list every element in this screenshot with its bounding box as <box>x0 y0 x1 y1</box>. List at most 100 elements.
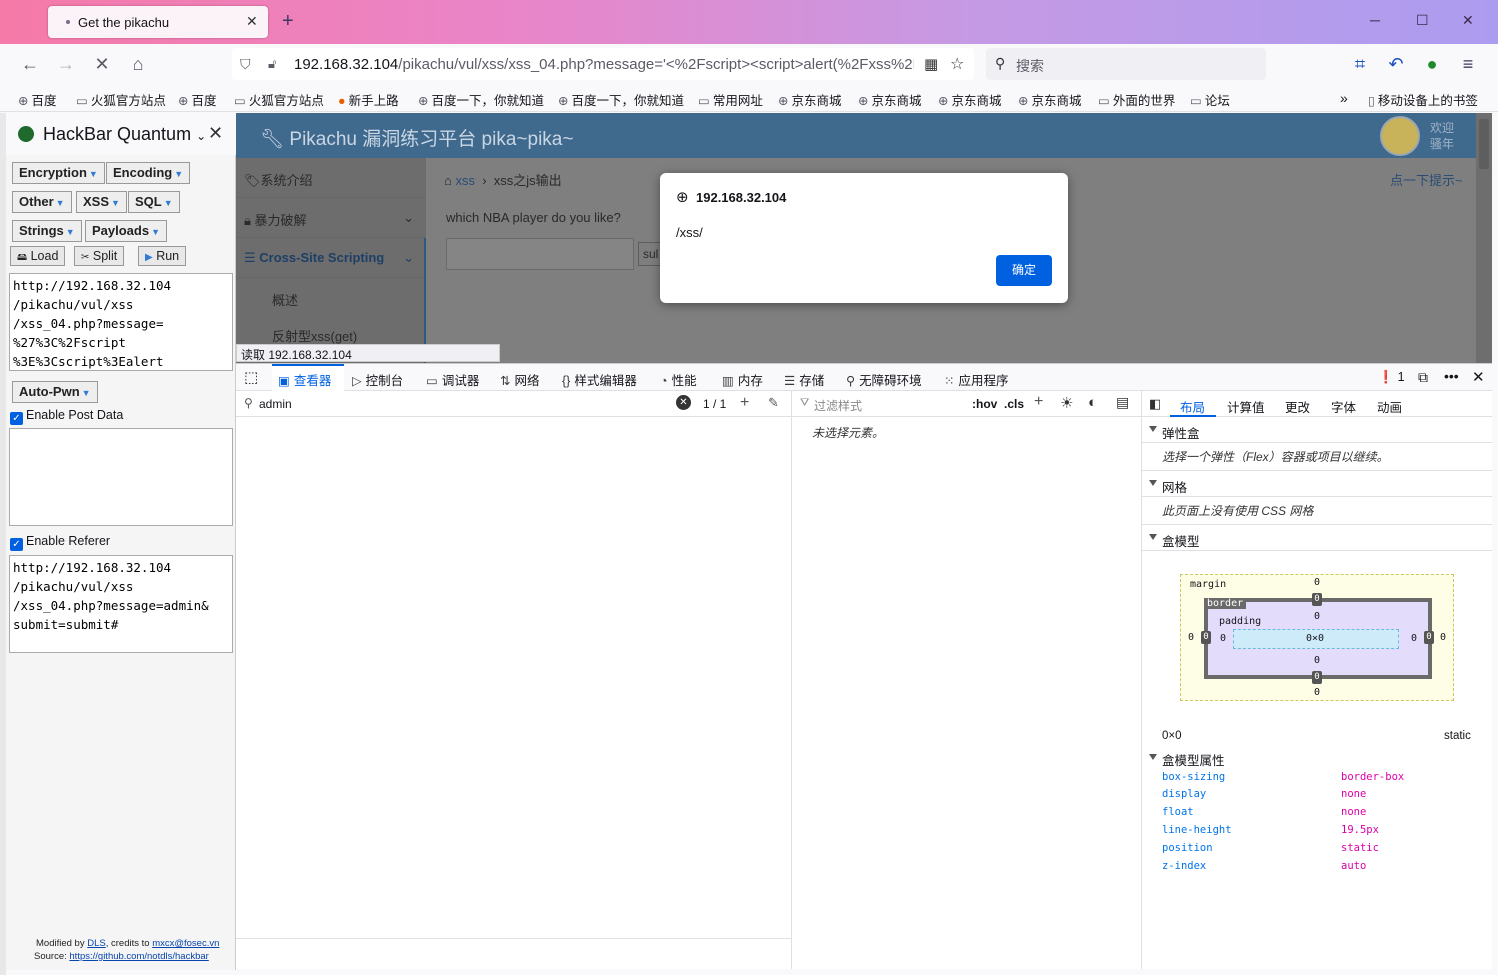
extension-icon[interactable]: ● <box>1422 54 1442 74</box>
border-left-value[interactable]: 0 <box>1201 631 1211 644</box>
shield-icon[interactable]: ⛉ <box>240 56 251 73</box>
bookmark-item[interactable]: ⊕ 京东商城 <box>1018 90 1082 109</box>
error-count[interactable]: ❗ 1 <box>1378 370 1405 385</box>
nav-overview[interactable]: 概述 <box>236 278 426 318</box>
add-rule-icon[interactable]: + <box>1034 393 1043 411</box>
border-bottom-value[interactable]: 0 <box>1312 671 1322 684</box>
minimize-button[interactable]: ─ <box>1370 12 1380 28</box>
close-sidebar-icon[interactable]: ✕ <box>208 123 223 144</box>
avatar[interactable] <box>1380 116 1420 156</box>
bookmark-item[interactable]: ⊕ 京东商城 <box>858 90 922 109</box>
print-media-icon[interactable]: ▤ <box>1116 394 1129 411</box>
padding-right-value[interactable]: 0 <box>1411 633 1417 644</box>
auto-pwn-menu[interactable]: Auto-Pwn ▼ <box>12 381 98 403</box>
bookmark-item[interactable]: ● 新手上路 <box>338 90 399 109</box>
box-border[interactable]: border padding 0 0 0 0 0×0 <box>1204 598 1432 679</box>
light-theme-icon[interactable]: ☀ <box>1060 394 1073 412</box>
referer-textarea[interactable]: http://192.168.32.104 /pikachu/vul/xss /… <box>9 555 233 653</box>
tab-style-editor[interactable]: {} 样式编辑器 <box>562 370 637 389</box>
box-model-section[interactable]: 盒模型 <box>1142 525 1492 551</box>
url-textarea[interactable]: http://192.168.32.104 /pikachu/vul/xss /… <box>9 273 233 371</box>
ok-button[interactable]: 确定 <box>996 255 1052 286</box>
other-menu[interactable]: Other ▼ <box>12 191 72 213</box>
tab-inspector[interactable]: ▣ 查看器 <box>278 370 331 389</box>
url-bar[interactable]: ⛉ 🔓︎ 192.168.32.104/pikachu/vul/xss/xss_… <box>232 48 974 80</box>
tab-storage[interactable]: ☰ 存储 <box>784 370 824 389</box>
clear-search-icon[interactable]: ✕ <box>676 395 691 410</box>
close-tab-icon[interactable]: ✕ <box>246 13 258 30</box>
tab-accessibility[interactable]: ⚲ 无障碍环境 <box>846 370 922 389</box>
tab-changes[interactable]: 更改 <box>1285 397 1310 416</box>
qr-code-icon[interactable]: ▦ <box>924 55 938 73</box>
padding-top-value[interactable]: 0 <box>1314 611 1320 622</box>
cls-toggle[interactable]: .cls <box>1004 397 1024 411</box>
bookmark-item[interactable]: ▭ 外面的世界 <box>1098 90 1175 109</box>
undo-icon[interactable]: ↶ <box>1386 54 1406 74</box>
github-link[interactable]: https://github.com/notdls/hackbar <box>69 951 208 962</box>
margin-top-value[interactable]: 0 <box>1314 577 1320 588</box>
expand-icon[interactable] <box>1149 754 1157 760</box>
menu-icon[interactable]: ≡ <box>1458 54 1478 74</box>
home-icon[interactable]: ⌂ <box>444 173 452 188</box>
eyedropper-icon[interactable]: ✎ <box>768 395 779 411</box>
grid-section[interactable]: 网格 <box>1142 471 1492 497</box>
payloads-menu[interactable]: Payloads ▼ <box>85 220 168 242</box>
load-button[interactable]: 🖴︎ Load <box>10 246 66 266</box>
dark-theme-icon[interactable]: ◐ <box>1088 394 1097 411</box>
player-input[interactable] <box>446 238 634 270</box>
dock-icon[interactable]: ⧉ <box>1418 369 1428 386</box>
bookmark-item[interactable]: ▯ 移动设备上的书签 <box>1368 90 1478 109</box>
tab-performance[interactable]: ◔ 性能 <box>660 370 697 389</box>
close-devtools-icon[interactable]: ✕ <box>1472 368 1485 386</box>
forward-icon[interactable]: → <box>56 54 76 74</box>
mail-link[interactable]: mxcx@fosec.vn <box>152 938 219 949</box>
tab-layout[interactable]: 布局 <box>1180 397 1205 416</box>
hint-link[interactable]: 点一下提示~ <box>1390 170 1463 189</box>
padding-bottom-value[interactable]: 0 <box>1314 655 1320 666</box>
bookmark-item[interactable]: ⊕ 百度一下，你就知道 <box>558 90 684 109</box>
element-picker-icon[interactable]: ⬚ <box>244 368 258 386</box>
margin-right-value[interactable]: 0 <box>1440 632 1446 643</box>
bookmark-item[interactable]: ⊕ 百度一下，你就知道 <box>418 90 544 109</box>
bookmark-item[interactable]: ⊕ 百度 <box>18 90 57 109</box>
bookmark-item[interactable]: ▭ 常用网址 <box>698 90 763 109</box>
encoding-menu[interactable]: Encoding ▼ <box>106 162 191 184</box>
tab-debugger[interactable]: ▭ 调试器 <box>426 370 479 389</box>
run-button[interactable]: ▶ Run <box>138 246 187 266</box>
filter-styles-input[interactable]: 过滤样式 <box>814 397 862 414</box>
bookmark-item[interactable]: ▭ 火狐官方站点 <box>234 90 324 109</box>
encryption-menu[interactable]: Encryption ▼ <box>12 162 105 184</box>
tab-computed[interactable]: 计算值 <box>1227 397 1265 416</box>
box-content[interactable]: 0×0 <box>1233 629 1399 649</box>
bookmarks-overflow-icon[interactable]: » <box>1340 90 1348 106</box>
bookmark-item[interactable]: ▭ 火狐官方站点 <box>76 90 166 109</box>
split-button[interactable]: ✂ Split <box>74 246 125 266</box>
nav-brute-force[interactable]: 🔒︎ 暴力破解 ⌄ <box>236 198 426 238</box>
border-right-value[interactable]: 0 <box>1424 631 1434 644</box>
xss-menu[interactable]: XSS ▼ <box>76 191 127 213</box>
more-options-icon[interactable]: ••• <box>1444 368 1459 384</box>
markup-search-input[interactable]: admin <box>259 397 292 411</box>
bookmark-item[interactable]: ⊕ 京东商城 <box>778 90 842 109</box>
tab-network[interactable]: ⇅ 网络 <box>500 370 540 389</box>
flexbox-section[interactable]: 弹性盒 <box>1142 417 1492 443</box>
tab-application[interactable]: ⁙ 应用程序 <box>944 370 1009 389</box>
bookmark-item[interactable]: ▭ 论坛 <box>1190 90 1230 109</box>
post-data-textarea[interactable] <box>9 428 233 526</box>
hov-toggle[interactable]: :hov <box>972 397 997 411</box>
home-icon[interactable]: ⌂ <box>128 54 148 74</box>
back-icon[interactable]: ← <box>20 54 40 74</box>
hackbar-title[interactable]: HackBar Quantum ⌄ <box>43 124 206 145</box>
tab-animations[interactable]: 动画 <box>1377 397 1402 416</box>
insecure-lock-icon[interactable]: 🔓︎ <box>268 56 276 72</box>
border-top-value[interactable]: 0 <box>1312 593 1322 606</box>
margin-bottom-value[interactable]: 0 <box>1314 687 1320 698</box>
search-input[interactable]: ⚲ 搜索 <box>986 48 1266 80</box>
new-tab-button[interactable]: + <box>282 10 294 33</box>
close-window-button[interactable]: ✕ <box>1462 12 1474 29</box>
margin-left-value[interactable]: 0 <box>1188 632 1194 643</box>
tab-console[interactable]: ▷ 控制台 <box>352 370 403 389</box>
breadcrumb-xss[interactable]: xss <box>455 173 475 188</box>
bookmark-item[interactable]: ⊕ 百度 <box>178 90 217 109</box>
tab-fonts[interactable]: 字体 <box>1331 397 1356 416</box>
